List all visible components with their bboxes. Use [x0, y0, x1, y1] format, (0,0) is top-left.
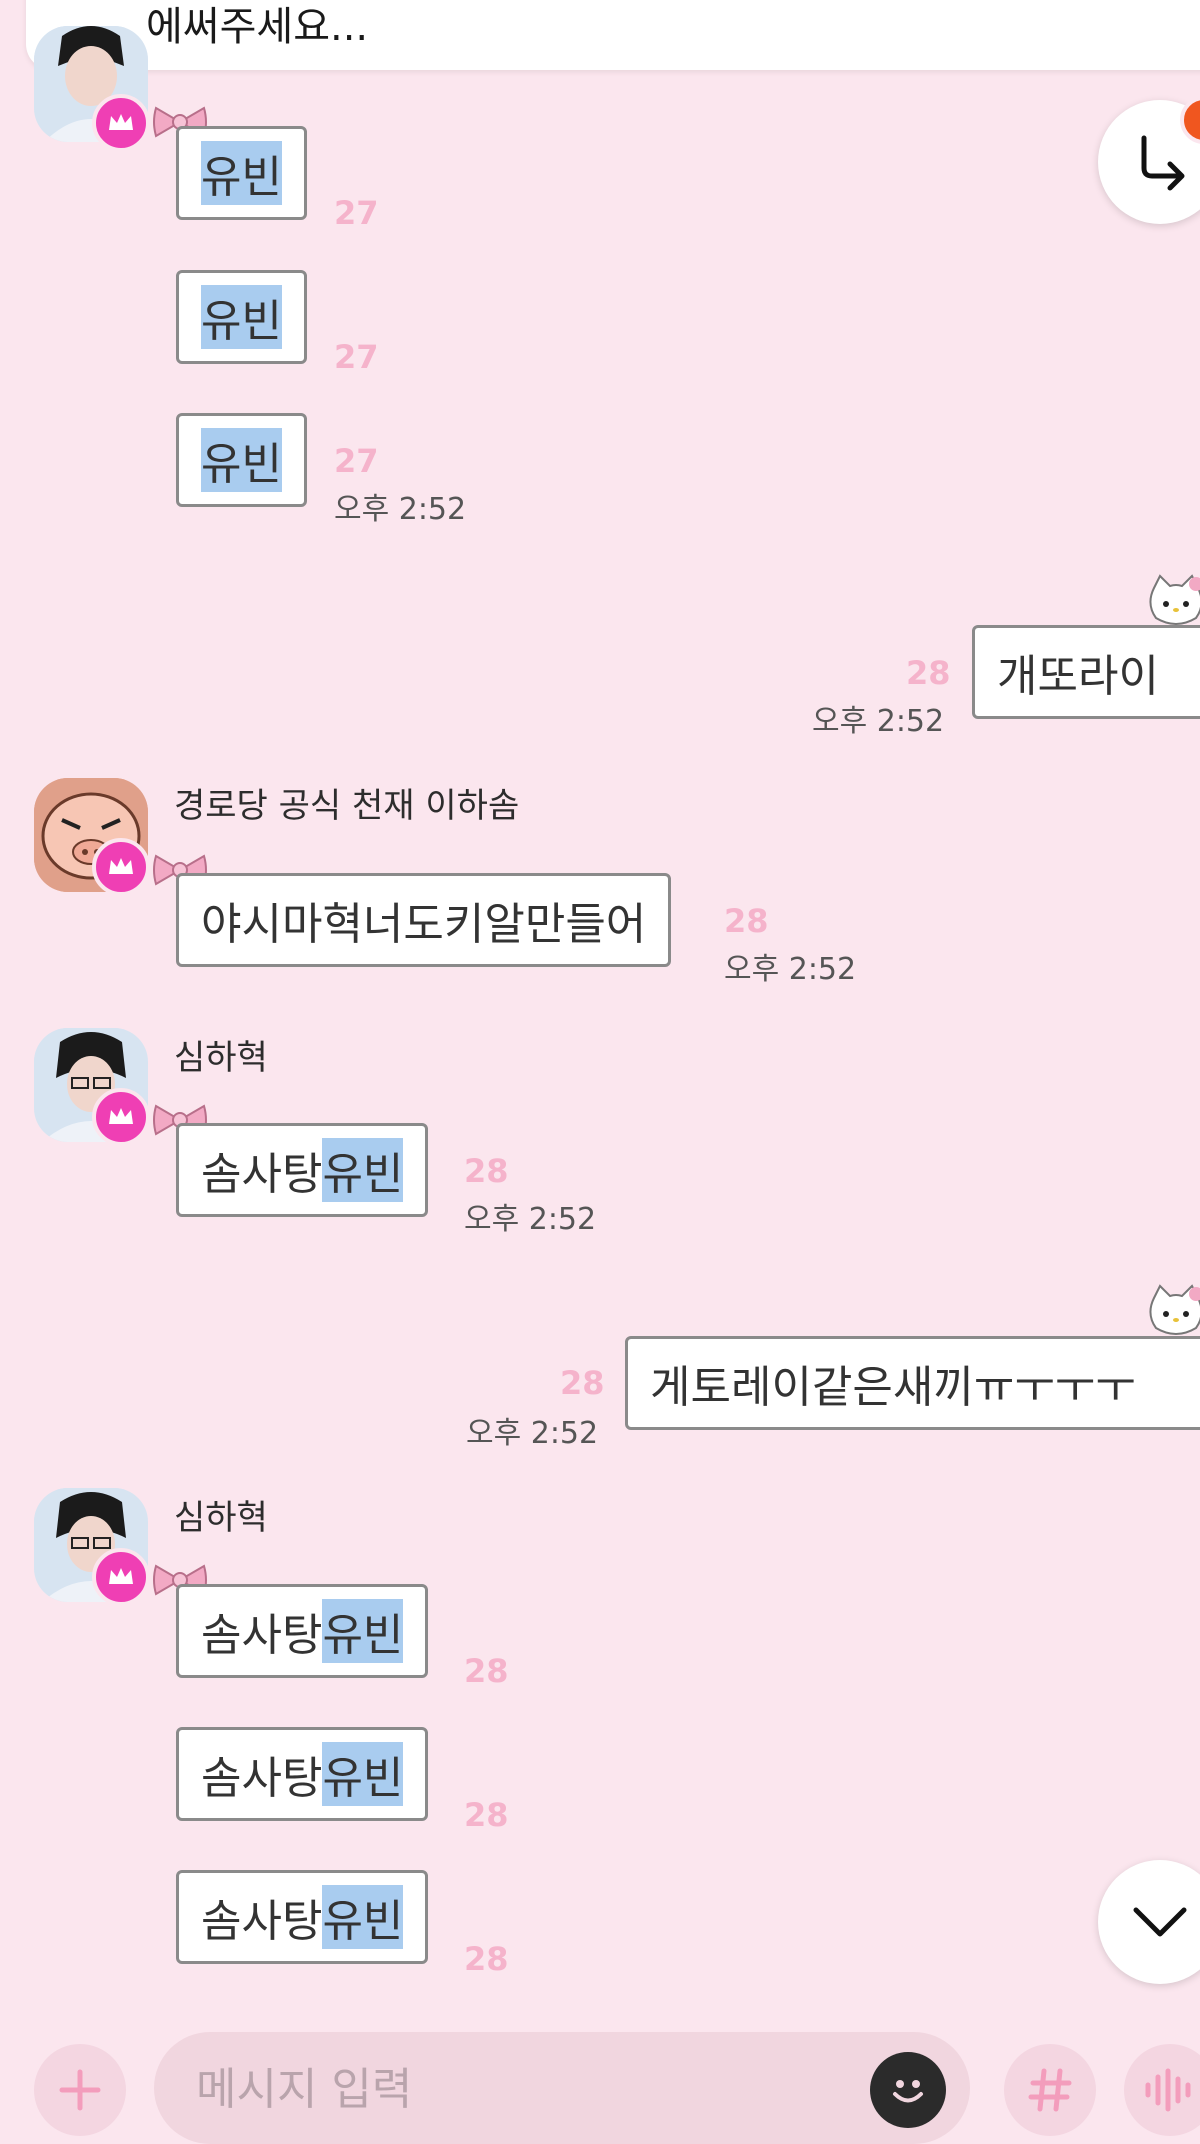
- message-highlight: 유빈: [322, 1885, 404, 1949]
- message-text: 솜사탕: [201, 1149, 323, 1200]
- emoji-icon: [893, 2080, 923, 2103]
- reply-arrow-icon: [1141, 135, 1185, 191]
- message-time: 오후 2:52: [812, 704, 945, 739]
- message-time: 오후 2:52: [334, 492, 467, 527]
- crown-icon: [109, 114, 133, 130]
- message-highlight: 유빈: [201, 428, 282, 492]
- read-count: 28: [906, 654, 951, 692]
- message-time: 오후 2:52: [464, 1202, 597, 1237]
- sender-name: 경로당 공식 천재 이하솜: [174, 786, 520, 826]
- crown-badge: [92, 838, 150, 896]
- read-count: 28: [464, 1940, 509, 1978]
- message-bubble[interactable]: 솜사탕 유빈: [176, 1870, 429, 1964]
- kitty-icon: [1149, 1284, 1200, 1335]
- message-bubble[interactable]: 야시마혁너도키알만들어: [176, 873, 672, 967]
- voice-button[interactable]: [1124, 2044, 1200, 2136]
- crown-icon: [109, 858, 133, 874]
- crown-badge: [92, 1088, 150, 1146]
- message-highlight: 유빈: [322, 1599, 404, 1663]
- message-text: 솜사탕: [201, 1610, 323, 1661]
- read-count: 28: [724, 902, 769, 940]
- message-highlight: 유빈: [322, 1138, 404, 1202]
- message-bubble[interactable]: 유빈: [176, 126, 307, 220]
- crown-icon: [109, 1108, 133, 1124]
- attach-button[interactable]: [34, 2044, 126, 2136]
- notice-text: 에써주세요...: [146, 4, 369, 50]
- scroll-down-button[interactable]: [1098, 1860, 1200, 1984]
- crown-icon: [109, 1568, 133, 1584]
- message-bubble[interactable]: 솜사탕 유빈: [176, 1727, 429, 1821]
- message-text: 개또라이: [997, 651, 1159, 702]
- crown-badge: [92, 1548, 150, 1606]
- message-bubble[interactable]: 솜사탕 유빈: [176, 1123, 429, 1217]
- message-input[interactable]: [194, 2058, 838, 2120]
- hashtag-icon: [1028, 2068, 1072, 2112]
- message-bubble[interactable]: 개또라이: [972, 625, 1200, 719]
- message-highlight: 유빈: [201, 141, 282, 205]
- chevron-down-icon: [1133, 1907, 1187, 1937]
- message-text: 솜사탕: [201, 1896, 323, 1947]
- message-text: 솜사탕: [201, 1753, 323, 1804]
- message-highlight: 유빈: [322, 1742, 404, 1806]
- read-count: 28: [464, 1796, 509, 1834]
- read-count: 28: [464, 1152, 509, 1190]
- read-count: 28: [560, 1364, 605, 1402]
- message-highlight: 유빈: [201, 285, 282, 349]
- message-bubble[interactable]: 유빈: [176, 270, 307, 364]
- voice-icon: [1145, 2068, 1191, 2112]
- read-count: 27: [334, 338, 379, 376]
- sender-name: 심하혁: [174, 1498, 268, 1538]
- message-bubble[interactable]: 솜사탕 유빈: [176, 1584, 429, 1678]
- read-count: 27: [334, 442, 379, 480]
- notice-banner[interactable]: 에써주세요...: [26, 0, 1200, 70]
- read-count: 27: [334, 194, 379, 232]
- message-input-container[interactable]: [154, 2032, 970, 2144]
- message-text: 게토레이같은새끼ㅠㅜㅜㅜ: [650, 1362, 1136, 1413]
- message-text: 야시마혁너도키알만들어: [201, 899, 647, 950]
- crown-badge: [92, 94, 150, 152]
- message-time: 오후 2:52: [466, 1416, 599, 1451]
- hashtag-button[interactable]: [1004, 2044, 1096, 2136]
- read-count: 28: [464, 1652, 509, 1690]
- emoji-button[interactable]: [870, 2052, 946, 2128]
- plus-icon: [59, 2069, 101, 2111]
- message-time: 오후 2:52: [724, 952, 857, 987]
- message-bubble[interactable]: 유빈: [176, 413, 307, 507]
- message-bubble[interactable]: 게토레이같은새끼ㅠㅜㅜㅜ: [625, 1336, 1200, 1430]
- sender-name: 심하혁: [174, 1038, 268, 1078]
